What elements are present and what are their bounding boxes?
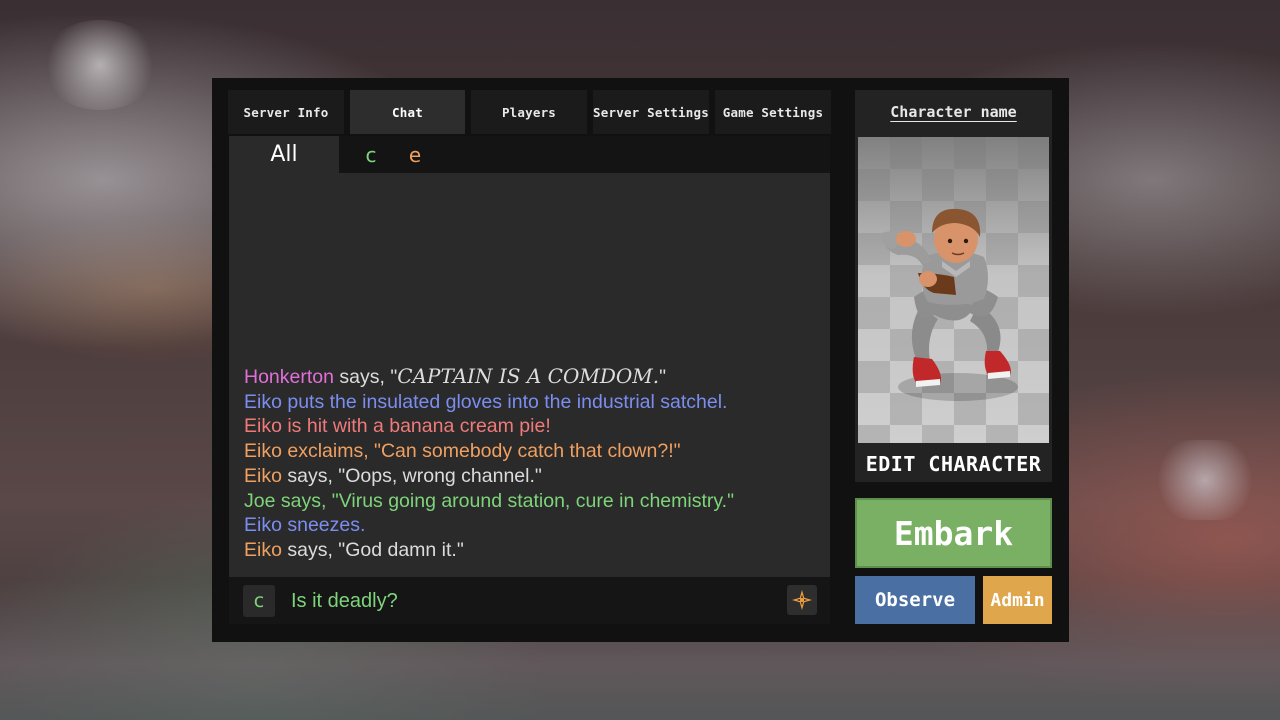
edit-character-button[interactable]: EDIT CHARACTER [855, 448, 1052, 480]
character-figure [881, 208, 1018, 401]
channel-prefix-button[interactable]: c [243, 585, 275, 617]
background-light [1150, 440, 1260, 520]
message-verb: says, " [333, 366, 398, 388]
chat-message: Honkerton says, "CAPTAIN IS A COMDOM." [244, 364, 824, 390]
character-name-link[interactable]: Character name [855, 90, 1052, 134]
chat-message: Joe says, "Virus going around station, c… [244, 489, 735, 512]
tab-chat[interactable]: Chat [350, 90, 465, 134]
tab-players[interactable]: Players [471, 90, 587, 134]
observe-button[interactable]: Observe [855, 576, 975, 624]
channel-common-tab[interactable]: c [359, 136, 383, 173]
message-speaker: Eiko [244, 538, 282, 561]
message-quote: CAPTAIN IS A COMDOM. [397, 364, 660, 388]
chat-message: Eiko puts the insulated gloves into the … [244, 390, 728, 413]
chat-input-bar: c Is it deadly? [229, 577, 830, 624]
chat-message: Eiko sneezes. [244, 514, 366, 537]
message-speaker: Honkerton [244, 366, 334, 388]
chat-message: Eiko says, "Oops, wrong channel." [244, 464, 824, 489]
chat-log: Honkerton says, "CAPTAIN IS A COMDOM." E… [244, 364, 824, 563]
chat-message: Eiko is hit with a banana cream pie! [244, 415, 551, 438]
background-light [40, 20, 160, 110]
sparkle-icon [792, 590, 812, 610]
tab-game-settings[interactable]: Game Settings [715, 90, 831, 134]
chat-input[interactable]: Is it deadly? [291, 585, 771, 617]
message-quote-end: " [659, 366, 667, 388]
admin-button[interactable]: Admin [983, 576, 1052, 624]
channel-bar: All c e [229, 136, 830, 173]
message-speaker: Eiko [244, 464, 282, 487]
lobby-window: Server Info Chat Players Server Settings… [212, 78, 1069, 642]
channel-all-tab[interactable]: All [229, 136, 339, 173]
chat-message: Eiko says, "God damn it." [244, 538, 824, 563]
character-preview [858, 137, 1049, 443]
message-body: says, "God damn it." [281, 538, 464, 561]
chat-panel: All c e Honkerton says, "CAPTAIN IS A CO… [229, 136, 830, 624]
tab-server-info[interactable]: Server Info [228, 90, 344, 134]
message-body: says, "Oops, wrong channel." [281, 464, 542, 487]
channel-engineering-tab[interactable]: e [403, 136, 427, 173]
emote-button[interactable] [787, 585, 817, 615]
tab-server-settings[interactable]: Server Settings [593, 90, 709, 134]
tab-bar: Server Info Chat Players Server Settings… [228, 90, 837, 134]
chat-message: Eiko exclaims, "Can somebody catch that … [244, 440, 681, 463]
character-preview-frame: EDIT CHARACTER [855, 134, 1052, 482]
embark-button[interactable]: Embark [855, 498, 1052, 568]
